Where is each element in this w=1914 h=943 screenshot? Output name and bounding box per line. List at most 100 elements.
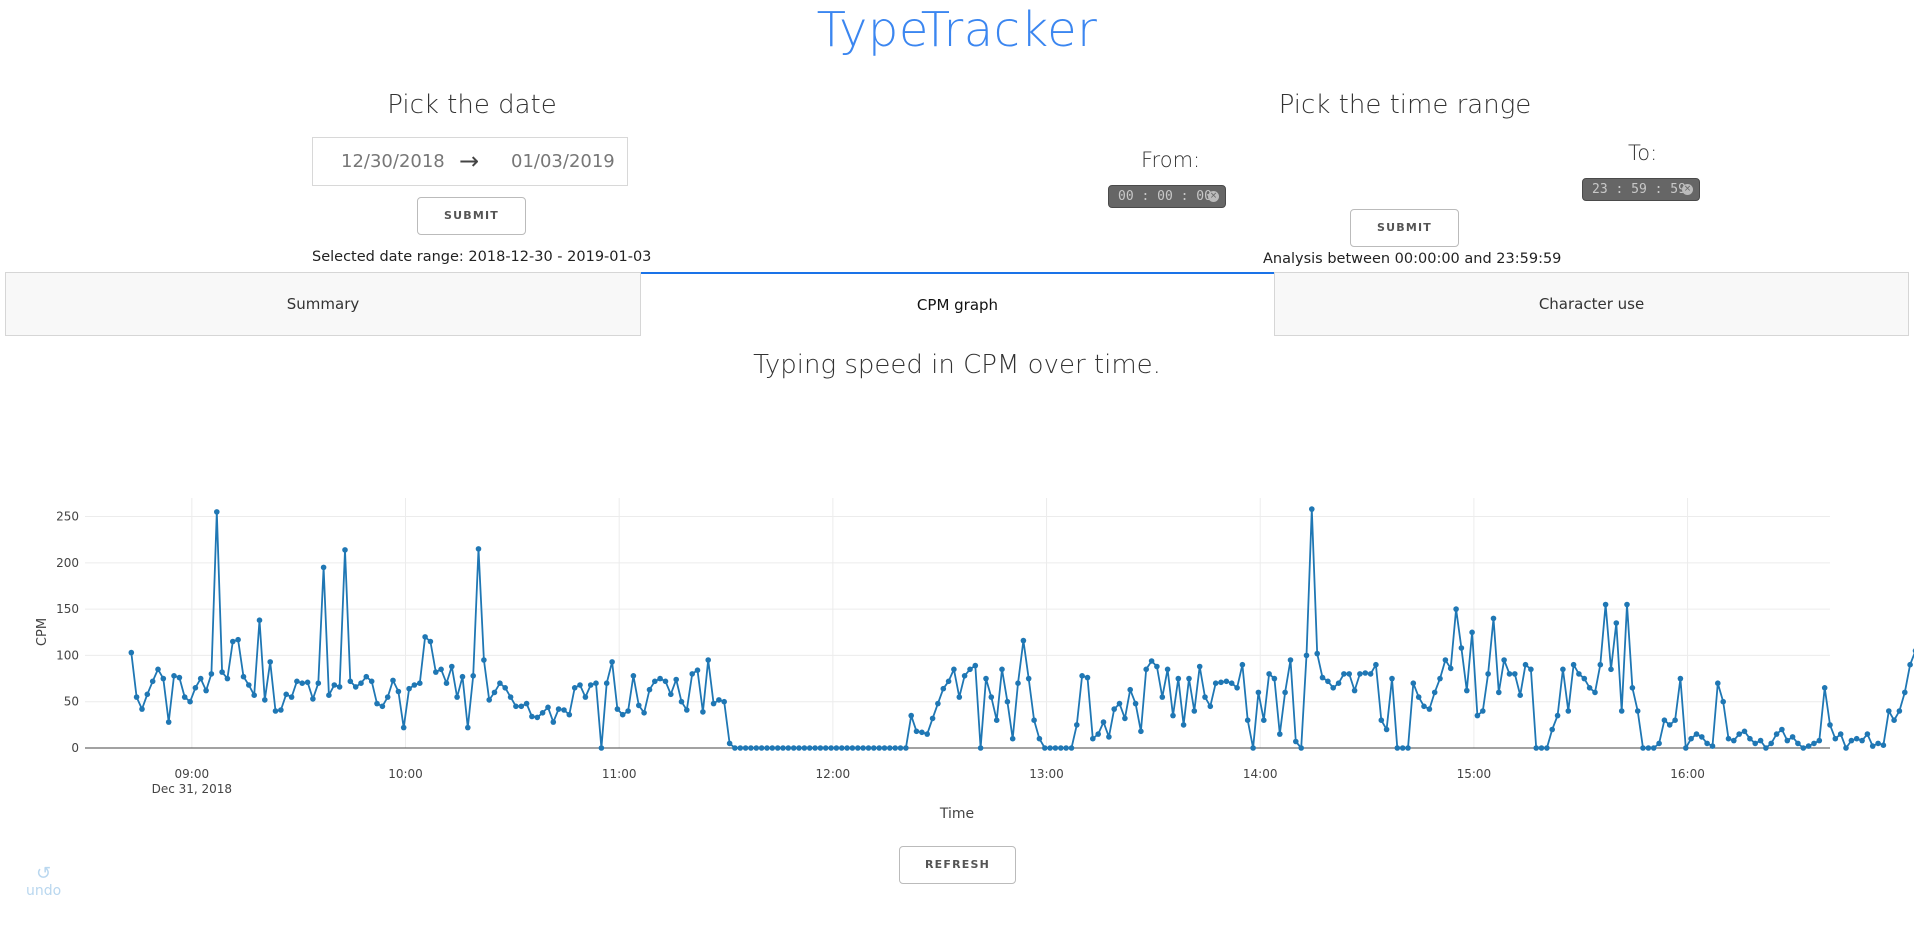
data-point[interactable] [1122, 715, 1128, 722]
data-point[interactable] [1763, 745, 1769, 751]
data-point[interactable] [1127, 686, 1133, 693]
data-point[interactable] [1186, 675, 1192, 682]
data-point[interactable] [1303, 652, 1310, 659]
data-point[interactable] [1779, 726, 1785, 733]
data-point[interactable] [454, 694, 460, 700]
data-point[interactable] [924, 731, 930, 737]
data-point[interactable] [224, 675, 231, 682]
data-point[interactable] [406, 685, 412, 692]
data-point[interactable] [1704, 740, 1710, 747]
data-point[interactable] [689, 671, 695, 677]
data-point[interactable] [176, 674, 183, 681]
data-point[interactable] [774, 745, 781, 751]
data-point[interactable] [465, 724, 471, 731]
data-point[interactable] [379, 703, 386, 710]
data-point[interactable] [155, 666, 161, 673]
data-point[interactable] [1431, 689, 1438, 696]
data-point[interactable] [603, 680, 610, 686]
data-point[interactable] [320, 564, 327, 571]
data-point[interactable] [1800, 745, 1807, 751]
data-point[interactable] [1068, 745, 1075, 751]
data-point[interactable] [438, 666, 444, 673]
data-point[interactable] [310, 696, 316, 702]
data-point[interactable] [812, 745, 818, 751]
data-point[interactable] [716, 697, 722, 703]
data-point[interactable] [400, 724, 407, 731]
data-point[interactable] [1399, 745, 1406, 751]
data-point[interactable] [1234, 685, 1240, 691]
tab-cpm-graph[interactable]: CPM graph [641, 272, 1274, 336]
data-point[interactable] [1148, 658, 1155, 664]
data-point[interactable] [951, 666, 957, 673]
data-point[interactable] [1004, 698, 1011, 705]
data-point[interactable] [865, 745, 872, 751]
data-point[interactable] [1319, 674, 1326, 681]
data-point[interactable] [700, 709, 706, 715]
data-point[interactable] [822, 745, 829, 751]
data-point[interactable] [657, 675, 663, 682]
data-point[interactable] [1720, 698, 1726, 705]
data-point[interactable] [1154, 663, 1160, 670]
data-point[interactable] [1875, 740, 1881, 747]
data-point[interactable] [1255, 689, 1262, 696]
data-point[interactable] [347, 678, 354, 685]
data-point[interactable] [956, 694, 963, 700]
data-point[interactable] [128, 649, 135, 656]
data-point[interactable] [1773, 731, 1780, 737]
data-point[interactable] [892, 745, 898, 751]
data-point[interactable] [384, 694, 391, 700]
data-point[interactable] [887, 745, 893, 751]
data-point[interactable] [1212, 680, 1219, 686]
data-point[interactable] [368, 678, 375, 685]
data-point[interactable] [566, 711, 573, 718]
data-point[interactable] [1570, 661, 1577, 668]
data-point[interactable] [374, 700, 380, 707]
undo-button[interactable]: ↺ undo [26, 865, 61, 900]
data-point[interactable] [1266, 671, 1272, 677]
data-point[interactable] [903, 745, 909, 751]
data-point[interactable] [967, 666, 973, 673]
data-point[interactable] [502, 685, 509, 691]
start-date-field[interactable]: 12/30/2018 [341, 151, 445, 172]
data-point[interactable] [929, 715, 936, 722]
data-point[interactable] [149, 678, 156, 685]
data-point[interactable] [587, 682, 594, 688]
data-point[interactable] [539, 710, 546, 716]
data-point[interactable] [1848, 737, 1855, 744]
data-point[interactable] [1426, 706, 1433, 712]
data-point[interactable] [336, 684, 343, 690]
data-point[interactable] [203, 687, 209, 694]
data-point[interactable] [1228, 680, 1235, 686]
data-point[interactable] [523, 700, 530, 707]
data-point[interactable] [1821, 685, 1828, 691]
data-point[interactable] [1784, 737, 1791, 744]
data-point[interactable] [1853, 735, 1860, 742]
data-point[interactable] [230, 638, 236, 645]
data-point[interactable] [283, 691, 290, 698]
data-point[interactable] [582, 694, 589, 700]
data-point[interactable] [1250, 745, 1256, 751]
data-point[interactable] [988, 694, 995, 700]
data-point[interactable] [1634, 708, 1641, 714]
data-point[interactable] [550, 719, 557, 725]
data-point[interactable] [1512, 671, 1518, 677]
data-point[interactable] [684, 707, 690, 713]
data-point[interactable] [1522, 661, 1529, 668]
data-point[interactable] [187, 698, 193, 705]
data-point[interactable] [1725, 735, 1732, 742]
data-point[interactable] [577, 682, 583, 688]
series-line[interactable] [130, 508, 1914, 749]
data-point[interactable] [571, 685, 578, 691]
data-point[interactable] [1645, 745, 1652, 751]
data-point[interactable] [1074, 722, 1080, 728]
data-point[interactable] [1517, 692, 1523, 698]
data-point[interactable] [1362, 670, 1369, 676]
data-point[interactable] [614, 706, 621, 712]
data-point[interactable] [1464, 687, 1470, 694]
data-point[interactable] [1688, 735, 1694, 742]
data-point[interactable] [710, 700, 717, 707]
data-point[interactable] [1036, 735, 1043, 742]
data-point[interactable] [1458, 645, 1465, 651]
data-point[interactable] [860, 745, 866, 751]
data-point[interactable] [1480, 708, 1486, 714]
